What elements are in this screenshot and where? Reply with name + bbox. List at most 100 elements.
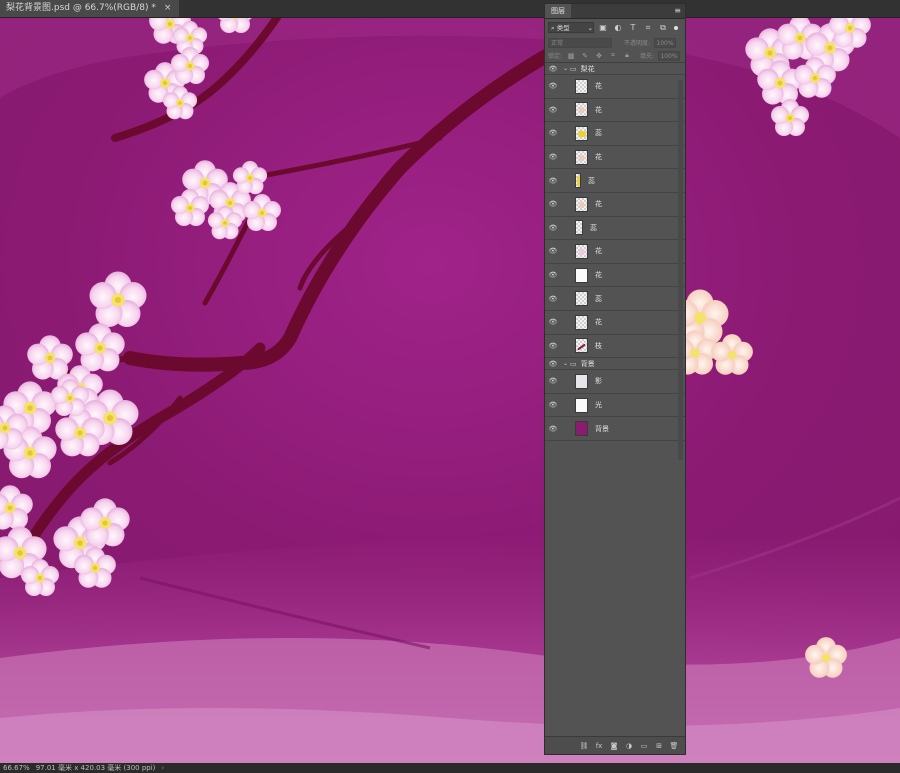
layer-row[interactable]: 👁︎ 背景 xyxy=(545,417,685,441)
eye-icon[interactable]: 👁︎ xyxy=(545,65,561,73)
panel-header: 图层 ≡ xyxy=(545,4,685,19)
layer-name: 背景 xyxy=(580,359,595,368)
lock-all-icon[interactable]: 🔒︎ xyxy=(622,51,632,60)
layer-thumbnail xyxy=(575,78,588,94)
layer-row[interactable]: 👁︎ 花 xyxy=(545,240,685,264)
layer-name: 花 xyxy=(595,153,602,162)
document-tab[interactable]: 梨花背景图.psd @ 66.7%(RGB/8) * × xyxy=(0,0,180,17)
blend-row: 正常 不透明度: 100% xyxy=(545,36,685,49)
layer-list: 👁︎ ⌄ ▭ 梨花 👁︎ 花 👁︎ 花 👁︎ 蕊 👁︎ 花 👁︎ 蕊 👁︎ 花 … xyxy=(545,63,685,441)
status-bar: 66.67% 97.01 毫米 x 420.03 毫米 (300 ppi) › xyxy=(0,763,900,773)
zoom-level[interactable]: 66.67% xyxy=(3,763,30,773)
eye-icon[interactable]: 👁︎ xyxy=(545,295,561,303)
layer-row[interactable]: 👁︎ 蕊 xyxy=(545,217,685,241)
panel-footer: ⛓︎ fx ◙ ◑ ▭ ⊞ 🗑︎ xyxy=(545,736,685,754)
blend-mode-select[interactable]: 正常 xyxy=(548,37,612,48)
layer-row[interactable]: 👁︎ 花 xyxy=(545,99,685,123)
eye-icon[interactable]: 👁︎ xyxy=(545,247,561,255)
layer-group[interactable]: 👁︎ ⌄ ▭ 背景 xyxy=(545,358,685,371)
layer-row[interactable]: 👁︎ 花 xyxy=(545,193,685,217)
layer-row[interactable]: 👁︎ 影 xyxy=(545,370,685,394)
layer-name: 蕊 xyxy=(590,223,597,232)
fill-label: 填充: xyxy=(640,53,655,60)
folder-icon: ▭ xyxy=(570,64,577,73)
layer-row[interactable]: 👁︎ 枝 xyxy=(545,335,685,359)
type-filter-icon[interactable]: T xyxy=(627,22,639,33)
layer-thumbnail xyxy=(575,291,588,307)
eye-icon[interactable]: 👁︎ xyxy=(545,425,561,433)
fill-field[interactable]: 100% xyxy=(658,50,681,61)
layer-group[interactable]: 👁︎ ⌄ ▭ 梨花 xyxy=(545,63,685,75)
lock-position-icon[interactable]: ✥ xyxy=(594,52,604,60)
layer-style-icon[interactable]: fx xyxy=(594,742,604,750)
lock-paint-icon[interactable]: ✎ xyxy=(580,52,590,60)
layer-row[interactable]: 👁︎ 花 xyxy=(545,146,685,170)
shape-filter-icon[interactable]: ⌗ xyxy=(642,22,654,33)
document-tab-bar: 梨花背景图.psd @ 66.7%(RGB/8) * × xyxy=(0,0,900,18)
layer-filter-row: ⌕ 类型 ⌄ ▣ ◐ T ⌗ ⧉ xyxy=(545,19,685,36)
eye-icon[interactable]: 👁︎ xyxy=(545,342,561,350)
document-size: 97.01 毫米 x 420.03 毫米 (300 ppi) xyxy=(35,764,156,772)
layer-thumbnail xyxy=(575,102,588,118)
eye-icon[interactable]: 👁︎ xyxy=(545,200,561,208)
eye-icon[interactable]: 👁︎ xyxy=(545,401,561,409)
layer-row[interactable]: 👁︎ 花 xyxy=(545,75,685,99)
eye-icon[interactable]: 👁︎ xyxy=(545,271,561,279)
layer-thumbnail xyxy=(575,314,588,330)
link-layers-icon[interactable]: ⛓︎ xyxy=(579,742,589,750)
status-arrow-icon[interactable]: › xyxy=(161,763,164,773)
layer-row[interactable]: 👁︎ 花 xyxy=(545,264,685,288)
eye-icon[interactable]: 👁︎ xyxy=(545,82,561,90)
eye-icon[interactable]: 👁︎ xyxy=(545,318,561,326)
eye-icon[interactable]: 👁︎ xyxy=(545,224,561,232)
layer-thumbnail xyxy=(575,397,588,413)
layer-name: 花 xyxy=(595,105,602,114)
delete-layer-icon[interactable]: 🗑︎ xyxy=(669,742,679,750)
eye-icon[interactable]: 👁︎ xyxy=(545,129,561,137)
layer-row[interactable]: 👁︎ 蕊 xyxy=(545,287,685,311)
canvas-artwork xyxy=(0,18,900,763)
layer-row[interactable]: 👁︎ 蕊 xyxy=(545,169,685,193)
layers-tab[interactable]: 图层 xyxy=(545,4,571,18)
layer-list-scrollbar[interactable] xyxy=(678,80,683,460)
layer-thumbnail xyxy=(575,421,588,437)
new-group-icon[interactable]: ▭ xyxy=(639,742,649,750)
eye-icon[interactable]: 👁︎ xyxy=(545,177,561,185)
filter-kind-select[interactable]: ⌕ 类型 ⌄ xyxy=(548,22,594,33)
chevron-down-icon[interactable]: ⌄ xyxy=(563,360,568,367)
layer-name: 梨花 xyxy=(580,64,595,73)
adjustment-layer-icon[interactable]: ◑ xyxy=(624,742,634,750)
lock-transparent-icon[interactable]: ▩ xyxy=(566,52,576,60)
pixel-filter-icon[interactable]: ▣ xyxy=(597,22,609,33)
document-tab-title: 梨花背景图.psd @ 66.7%(RGB/8) * xyxy=(6,3,156,13)
add-mask-icon[interactable]: ◙ xyxy=(609,742,619,750)
layer-row[interactable]: 👁︎ 光 xyxy=(545,394,685,418)
new-layer-icon[interactable]: ⊞ xyxy=(654,742,664,750)
panel-menu-icon[interactable]: ≡ xyxy=(674,4,681,18)
eye-icon[interactable]: 👁︎ xyxy=(545,106,561,114)
layer-row[interactable]: 👁︎ 蕊 xyxy=(545,122,685,146)
filter-kind-value: 类型 xyxy=(556,24,570,32)
eye-icon[interactable]: 👁︎ xyxy=(545,153,561,161)
close-tab-icon[interactable]: × xyxy=(164,0,172,17)
layer-name: 蕊 xyxy=(595,129,602,138)
filter-toggle-icon[interactable] xyxy=(674,25,678,30)
smart-object-filter-icon[interactable]: ⧉ xyxy=(657,22,669,33)
layer-name: 背景 xyxy=(595,424,609,433)
search-icon: ⌕ xyxy=(551,24,555,32)
chevron-down-icon[interactable]: ⌄ xyxy=(563,65,568,72)
layer-thumbnail xyxy=(575,267,588,283)
canvas-area[interactable] xyxy=(0,18,900,763)
layer-name: 蕊 xyxy=(595,294,602,303)
layer-thumbnail xyxy=(575,338,588,354)
layer-thumbnail xyxy=(575,173,581,189)
layer-name: 蕊 xyxy=(588,176,595,185)
eye-icon[interactable]: 👁︎ xyxy=(545,360,561,368)
eye-icon[interactable]: 👁︎ xyxy=(545,377,561,385)
layer-row[interactable]: 👁︎ 花 xyxy=(545,311,685,335)
adjustment-filter-icon[interactable]: ◐ xyxy=(612,22,624,33)
opacity-field[interactable]: 100% xyxy=(654,37,676,48)
layer-thumbnail xyxy=(575,220,583,236)
lock-artboard-icon[interactable]: ⌗ xyxy=(608,51,618,60)
layer-name: 花 xyxy=(595,247,602,256)
